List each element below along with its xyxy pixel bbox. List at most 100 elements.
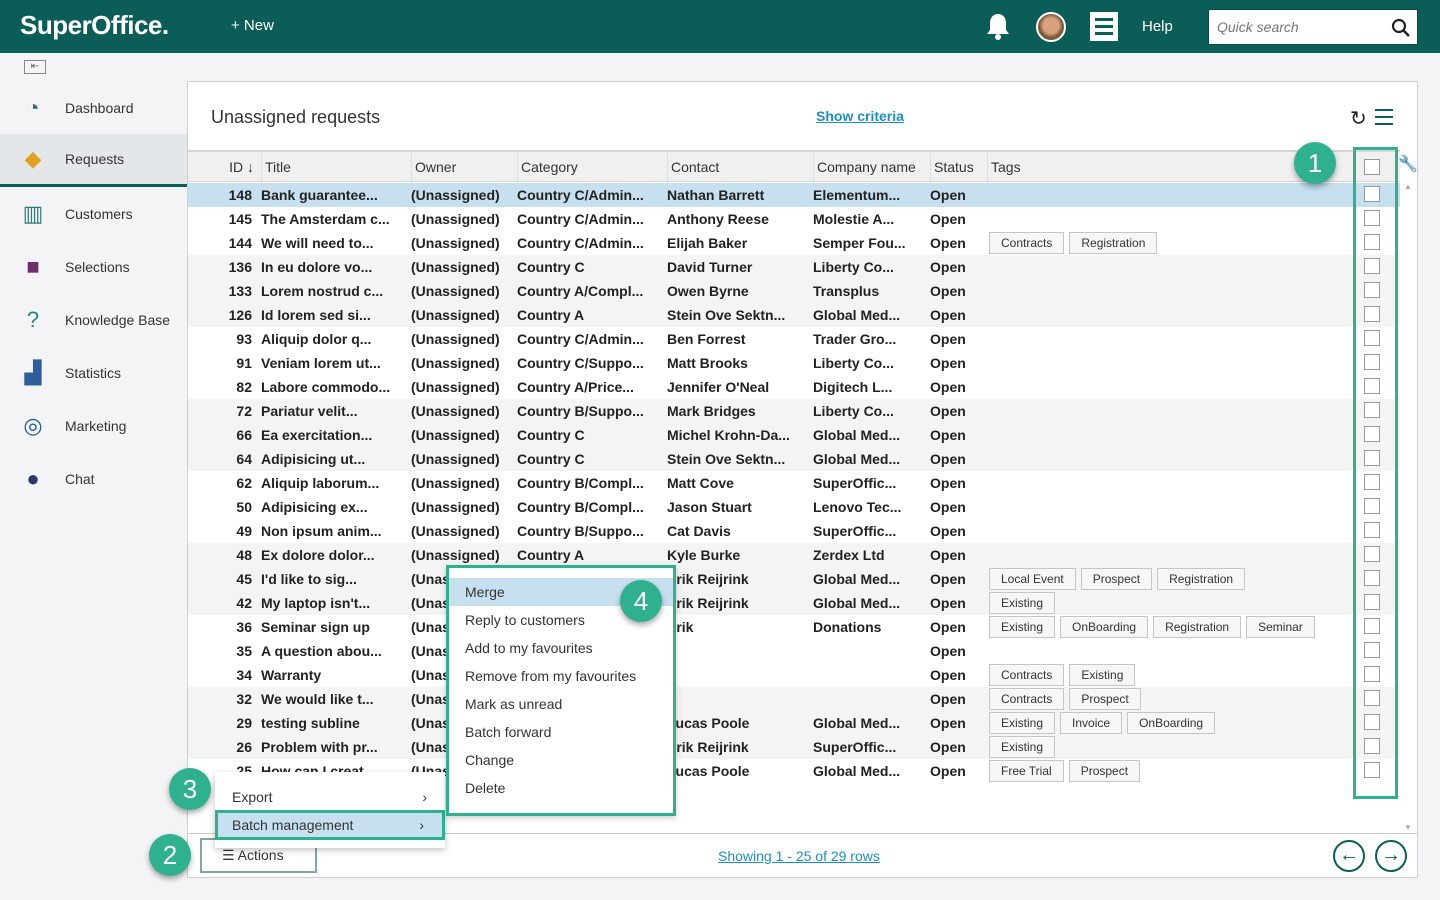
table-row[interactable]: 148 Bank guarantee... (Unassigned) Country … bbox=[188, 183, 1400, 207]
row-checkbox[interactable] bbox=[1364, 690, 1380, 706]
sidebar-item-marketing[interactable]: ◎ Marketing bbox=[0, 399, 187, 452]
tag-badge[interactable]: Invoice bbox=[1060, 712, 1123, 734]
sidebar-item-dashboard[interactable]: ◔ Dashboard bbox=[0, 81, 187, 134]
collapse-sidebar-icon[interactable]: ⇤ bbox=[24, 60, 46, 74]
tag-badge[interactable]: Local Event bbox=[989, 568, 1076, 590]
tag-badge[interactable]: Contracts bbox=[989, 664, 1065, 686]
table-row[interactable]: 136 In eu dolore vo... (Unassigned) Country… bbox=[188, 255, 1400, 279]
row-checkbox[interactable] bbox=[1364, 282, 1380, 298]
table-row[interactable]: 133 Lorem nostrud c... (Unassigned) Country… bbox=[188, 279, 1400, 303]
table-row[interactable]: 49 Non ipsum anim... (Unassigned) Country B… bbox=[188, 519, 1400, 543]
row-checkbox[interactable] bbox=[1364, 258, 1380, 274]
menu-item-batch-forward[interactable]: Batch forward bbox=[449, 718, 673, 746]
table-row[interactable]: 82 Labore commodo... (Unassigned) Country A… bbox=[188, 375, 1400, 399]
row-checkbox[interactable] bbox=[1364, 642, 1380, 658]
row-checkbox[interactable] bbox=[1364, 570, 1380, 586]
sidebar-item-selections[interactable]: ■ Selections bbox=[0, 240, 187, 293]
table-row[interactable]: 144 We will need to... (Unassigned) Country… bbox=[188, 231, 1400, 255]
menu-item-batch-management[interactable]: Batch management › bbox=[215, 810, 445, 840]
column-header-7[interactable]: Tags bbox=[987, 152, 1021, 183]
sidebar-item-customers[interactable]: ▥ Customers bbox=[0, 187, 187, 240]
table-row[interactable]: 42My laptop isn't...(Unassigned)Erik Rei… bbox=[188, 591, 1400, 615]
row-checkbox[interactable] bbox=[1364, 378, 1380, 394]
search-icon[interactable] bbox=[1391, 18, 1411, 38]
column-header-5[interactable]: Company name bbox=[813, 152, 916, 183]
showing-rows-link[interactable]: Showing 1 - 25 of 29 rows bbox=[718, 848, 880, 864]
row-checkbox[interactable] bbox=[1364, 762, 1380, 778]
row-checkbox[interactable] bbox=[1364, 522, 1380, 538]
tag-badge[interactable]: Existing bbox=[989, 712, 1056, 734]
bell-icon[interactable] bbox=[985, 12, 1011, 40]
sidebar-item-chat[interactable]: ● Chat bbox=[0, 452, 187, 505]
table-row[interactable]: 34Warranty(Unassigned)OpenContractsExist… bbox=[188, 663, 1400, 687]
row-checkbox[interactable] bbox=[1364, 498, 1380, 514]
sidebar-item-requests[interactable]: ◆ Requests bbox=[0, 134, 187, 187]
refresh-icon[interactable]: ↻ bbox=[1350, 106, 1367, 131]
row-checkbox[interactable] bbox=[1364, 738, 1380, 754]
row-checkbox[interactable] bbox=[1364, 402, 1380, 418]
table-row[interactable]: 29testing subline(Unassigned)Lucas Poole… bbox=[188, 711, 1400, 735]
table-row[interactable]: 45I'd like to sig...(Unassigned)Erik Rei… bbox=[188, 567, 1400, 591]
column-header-6[interactable]: Status bbox=[930, 152, 974, 183]
row-checkbox[interactable] bbox=[1364, 354, 1380, 370]
column-header-3[interactable]: Category bbox=[517, 152, 578, 183]
tag-badge[interactable]: Existing bbox=[989, 736, 1056, 758]
table-row[interactable]: 26Problem with pr...(Unassigned)Erik Rei… bbox=[188, 735, 1400, 759]
menu-item-export[interactable]: Export › bbox=[215, 782, 445, 812]
tag-badge[interactable]: Registration bbox=[1157, 568, 1246, 590]
tag-badge[interactable]: Free Trial bbox=[989, 760, 1064, 782]
main-menu-button[interactable] bbox=[1090, 12, 1118, 41]
show-criteria-link[interactable]: Show criteria bbox=[816, 108, 904, 124]
table-row[interactable]: 50 Adipisicing ex... (Unassigned) Country B… bbox=[188, 495, 1400, 519]
table-row[interactable]: 48 Ex dolore dolor... (Unassigned) Country … bbox=[188, 543, 1400, 567]
table-row[interactable]: 72 Pariatur velit... (Unassigned) Country B… bbox=[188, 399, 1400, 423]
column-header-1[interactable]: Title bbox=[261, 152, 291, 183]
tag-badge[interactable]: Prospect bbox=[1080, 568, 1153, 590]
row-checkbox[interactable] bbox=[1364, 714, 1380, 730]
tag-badge[interactable]: Registration bbox=[1153, 616, 1242, 638]
table-row[interactable]: 126 Id lorem sed si... (Unassigned) Country… bbox=[188, 303, 1400, 327]
row-checkbox[interactable] bbox=[1364, 474, 1380, 490]
tag-badge[interactable]: Contracts bbox=[989, 232, 1065, 254]
row-checkbox[interactable] bbox=[1364, 186, 1380, 202]
row-checkbox[interactable] bbox=[1364, 618, 1380, 634]
list-options-icon[interactable] bbox=[1375, 109, 1393, 130]
tag-badge[interactable]: Existing bbox=[989, 616, 1056, 638]
row-checkbox[interactable] bbox=[1364, 330, 1380, 346]
select-all-checkbox[interactable] bbox=[1364, 159, 1380, 175]
user-avatar[interactable] bbox=[1036, 12, 1066, 42]
scrollbar[interactable]: ▲ ▼ bbox=[1401, 182, 1415, 832]
column-header-4[interactable]: Contact bbox=[667, 152, 719, 183]
table-row[interactable]: 64 Adipisicing ut... (Unassigned) Country C… bbox=[188, 447, 1400, 471]
row-checkbox[interactable] bbox=[1364, 450, 1380, 466]
table-row[interactable]: 66 Ea exercitation... (Unassigned) Country … bbox=[188, 423, 1400, 447]
table-row[interactable]: 35A question abou...(Unassigned)Open bbox=[188, 639, 1400, 663]
sidebar-item-statistics[interactable]: ▟ Statistics bbox=[0, 346, 187, 399]
menu-item-remove-from-my-favourites[interactable]: Remove from my favourites bbox=[449, 662, 673, 690]
previous-page-button[interactable]: ← bbox=[1333, 840, 1365, 872]
menu-item-mark-as-unread[interactable]: Mark as unread bbox=[449, 690, 673, 718]
tag-badge[interactable]: Existing bbox=[1069, 664, 1136, 686]
tag-badge[interactable]: Prospect bbox=[1068, 760, 1141, 782]
new-button[interactable]: + New bbox=[231, 17, 274, 34]
menu-item-add-to-my-favourites[interactable]: Add to my favourites bbox=[449, 634, 673, 662]
tag-badge[interactable]: OnBoarding bbox=[1127, 712, 1216, 734]
table-row[interactable]: 36Seminar sign up(Unassigned)ErikDonatio… bbox=[188, 615, 1400, 639]
table-row[interactable]: 32We would like t...(Unassigned)OpenCont… bbox=[188, 687, 1400, 711]
tag-badge[interactable]: Existing bbox=[989, 592, 1056, 614]
tag-badge[interactable]: Contracts bbox=[989, 688, 1065, 710]
menu-item-change[interactable]: Change bbox=[449, 746, 673, 774]
row-checkbox[interactable] bbox=[1364, 594, 1380, 610]
help-link[interactable]: Help bbox=[1142, 18, 1173, 35]
tag-badge[interactable]: Registration bbox=[1069, 232, 1158, 254]
row-checkbox[interactable] bbox=[1364, 666, 1380, 682]
wrench-icon[interactable]: 🔧 bbox=[1398, 154, 1418, 174]
menu-item-delete[interactable]: Delete bbox=[449, 774, 673, 802]
table-row[interactable]: 91 Veniam lorem ut... (Unassigned) Country … bbox=[188, 351, 1400, 375]
sidebar-item-knowledge-base[interactable]: ? Knowledge Base bbox=[0, 293, 187, 346]
tag-badge[interactable]: Seminar bbox=[1246, 616, 1315, 638]
column-header-0[interactable]: ID ↓ bbox=[188, 152, 260, 183]
table-row[interactable]: 93 Aliquip dolor q... (Unassigned) Country … bbox=[188, 327, 1400, 351]
superoffice-logo[interactable]: SuperOffice. bbox=[20, 10, 169, 41]
next-page-button[interactable]: → bbox=[1375, 840, 1407, 872]
